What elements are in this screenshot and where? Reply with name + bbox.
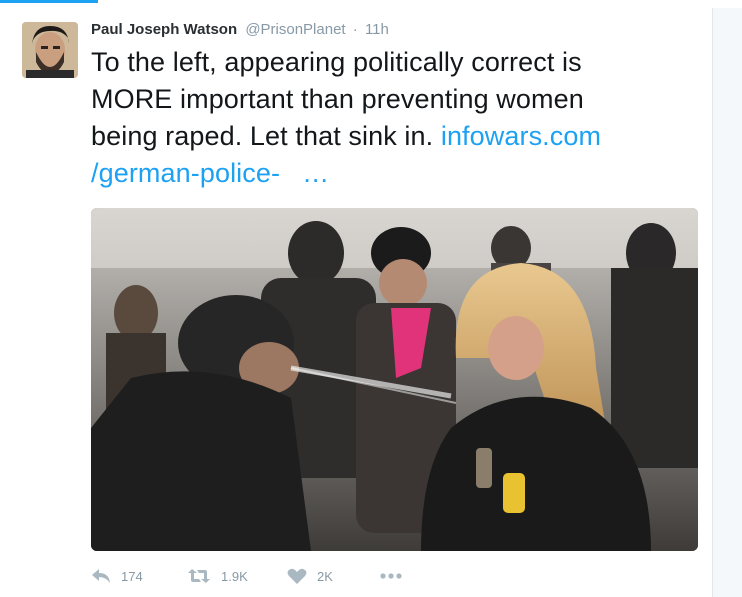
like-action[interactable]: 2K xyxy=(287,562,333,590)
more-action[interactable] xyxy=(380,562,402,590)
header-separator: · xyxy=(352,21,358,38)
heart-icon xyxy=(287,568,307,584)
display-name[interactable]: Paul Joseph Watson xyxy=(91,21,237,38)
reply-action[interactable]: 174 xyxy=(91,562,143,590)
more-dots-icon xyxy=(380,573,402,579)
tweet-media-photo[interactable] xyxy=(91,208,698,551)
avatar[interactable] xyxy=(22,22,78,78)
tweet-text-line: being raped. Let that sink in. infowars.… xyxy=(91,118,701,155)
reply-count: 174 xyxy=(121,568,143,584)
reply-icon xyxy=(92,569,110,583)
like-count: 2K xyxy=(317,568,333,584)
tweet-text-line: To the left, appearing politically corre… xyxy=(91,47,582,77)
tweet-link-path[interactable]: /german-police- xyxy=(91,158,280,188)
tweet-text-line: MORE important than preventing women xyxy=(91,84,584,114)
tweet-link-domain[interactable]: infowars.com xyxy=(441,121,601,151)
retweet-action[interactable]: 1.9K xyxy=(187,562,248,590)
top-accent-bar xyxy=(0,0,98,3)
tweet-header: Paul Joseph Watson @PrisonPlanet · 11h xyxy=(91,20,389,40)
retweet-count: 1.9K xyxy=(221,568,248,584)
tweet-link-ellipsis[interactable]: … xyxy=(302,158,329,188)
right-gutter xyxy=(712,8,742,597)
avatar-photo xyxy=(22,22,78,78)
timestamp[interactable]: 11h xyxy=(365,21,389,38)
tweet-link-line[interactable]: /german-police- … xyxy=(91,155,701,192)
tweet-text: To the left, appearing politically corre… xyxy=(91,44,701,192)
tweet-text-segment: being raped. Let that sink in. xyxy=(91,121,441,151)
media-photo xyxy=(91,208,698,551)
retweet-icon xyxy=(188,569,210,583)
screen-name[interactable]: @PrisonPlanet xyxy=(245,21,345,38)
